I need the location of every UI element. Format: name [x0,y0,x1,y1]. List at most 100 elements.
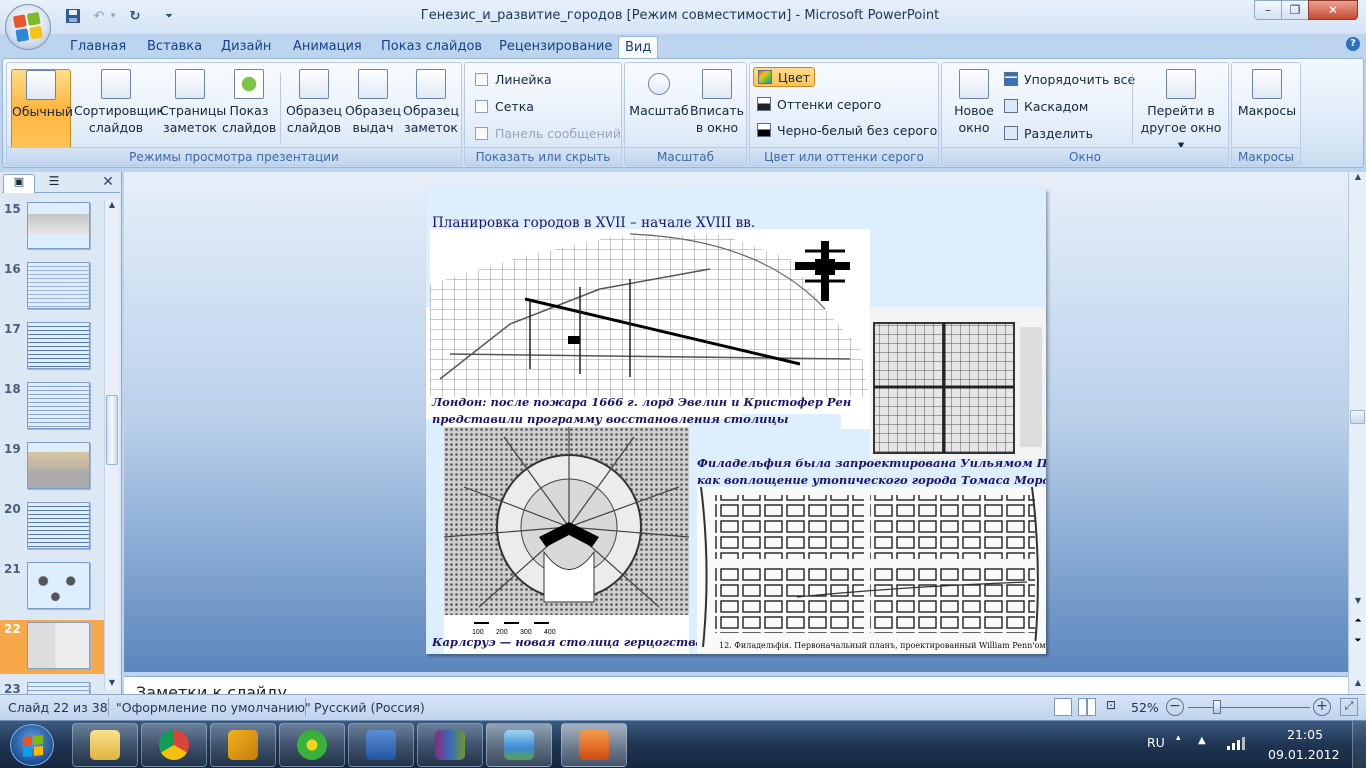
philadelphia-penn-plan-image[interactable] [697,487,1046,654]
zoom-button[interactable]: Масштаб [629,69,689,149]
fit-window-button[interactable]: Вписать в окно [689,69,745,149]
clock-time[interactable]: 21:05 [1287,727,1323,742]
grayscale-button[interactable]: Оттенки серого [753,94,885,114]
scroll-up-icon[interactable]: ▲ [1352,172,1364,184]
philadelphia-caption-line1[interactable]: Филадельфия была запроектирована Уильямо… [697,456,1046,470]
zoom-slider-thumb[interactable] [1213,700,1221,714]
tab-outline[interactable]: ☰ [38,174,70,193]
theme-name[interactable]: "Оформление по умолчанию" [116,700,311,715]
thumbnail-image [27,442,90,489]
slideshow-icon[interactable]: ⊡ [1102,698,1120,716]
slide-thumbnail[interactable]: 20 [0,500,106,556]
fit-to-window-icon[interactable]: ⤢ [1340,698,1358,716]
color-button[interactable]: Цвет [753,67,816,87]
london-caption-line2[interactable]: представили программу восстановления сто… [432,412,788,426]
taskbar-winrar[interactable] [417,723,483,767]
tab-home[interactable]: Главная [64,36,132,58]
tab-view[interactable]: Вид [618,36,658,58]
scroll-down-icon[interactable]: ▼ [1352,596,1364,608]
karlsruhe-plan-image[interactable]: 100 200 300 400 [444,427,689,637]
zoom-in-icon[interactable]: + [1313,698,1331,716]
tab-review[interactable]: Рецензирование [493,36,618,58]
tab-slides[interactable]: ▣ [3,174,35,193]
handout-master-button[interactable]: Образец выдач [344,69,402,149]
view-sorter-button[interactable]: Сортировщик слайдов [74,69,164,149]
input-language[interactable]: RU [1147,735,1165,750]
help-icon[interactable]: ? [1346,37,1360,51]
grid-checkbox[interactable]: Сетка [475,97,534,115]
save-icon[interactable] [62,6,84,26]
tab-design[interactable]: Дизайн [215,36,277,58]
slide-thumbnail[interactable]: 17 [0,320,106,376]
language-arrows-icon[interactable]: ▴ [1176,733,1181,743]
view-normal-button[interactable]: Обычный [11,69,73,149]
close-button[interactable]: ✕ [1308,0,1358,20]
slide-thumbnail[interactable]: 21 [0,560,106,616]
show-desktop-button[interactable] [1352,721,1366,768]
cascade-button[interactable]: Каскадом [1000,96,1092,116]
undo-dropdown-icon[interactable]: ▾ [106,6,120,26]
zoom-slider-track[interactable] [1188,707,1310,708]
start-button[interactable] [10,724,54,766]
view-slideshow-button[interactable]: Показ слайдов [222,69,276,149]
philadelphia-grid-plan-image[interactable] [870,307,1046,459]
redo-icon[interactable]: ↻ [124,6,146,26]
tab-slideshow[interactable]: Показ слайдов [375,36,488,58]
slide-thumbnail[interactable]: 15 [0,200,106,256]
notes-master-button[interactable]: Образец заметок [402,69,460,149]
customize-qat-icon[interactable]: ⏷ [158,6,180,26]
office-button[interactable] [5,4,51,50]
restore-button[interactable]: ❐ [1281,0,1309,20]
slide-thumbnail[interactable]: 23 [0,680,106,694]
close-pane-icon[interactable]: ✕ [100,174,116,192]
split-button[interactable]: Разделить [1000,123,1097,143]
slide-number: 19 [4,442,21,456]
taskbar-powerpoint[interactable] [561,723,627,767]
slide-master-button[interactable]: Образец слайдов [285,69,343,149]
slide-thumbnail[interactable]: 16 [0,260,106,316]
black-white-button[interactable]: Черно-белый без серого [753,120,941,140]
scroll-thumb[interactable] [1350,410,1365,424]
show-hidden-icons-icon[interactable]: ▲ [1198,735,1206,746]
tab-animation[interactable]: Анимация [287,36,368,58]
notes-pane[interactable]: Заметки к слайду [124,676,1348,696]
taskbar-chrome[interactable] [141,723,207,767]
next-slide-icon[interactable]: ⏷ [1352,636,1364,648]
slide-thumbnail[interactable]: 18 [0,380,106,436]
taskbar-photo-viewer[interactable] [486,723,552,767]
view-notes-page-button[interactable]: Страницы заметок [160,69,226,149]
clock-date[interactable]: 09.01.2012 [1268,747,1340,762]
ruler-checkbox[interactable]: Линейка [475,70,552,88]
language-indicator[interactable]: Русский (Россия) [314,700,425,715]
powerpoint-icon [579,730,609,760]
network-icon[interactable] [1226,735,1246,751]
zoom-level[interactable]: 52% [1131,700,1159,715]
macros-button[interactable]: Макросы [1236,69,1298,149]
london-caption-line1[interactable]: Лондон: после пожара 1666 г. лорд Эвелин… [432,395,851,409]
arrange-all-button[interactable]: Упорядочить все [1000,69,1139,89]
vertical-scrollbar[interactable]: ▲ ▼ ⏶ ⏷ ▲ [1348,172,1366,694]
slide-canvas[interactable]: Планировка городов в XVII – начале XVIII… [426,189,1046,654]
london-plan-image[interactable] [430,229,870,397]
scroll-up-icon[interactable]: ▲ [106,200,118,210]
slide-sorter-icon[interactable] [1078,698,1096,716]
taskbar-winamp[interactable] [210,723,276,767]
switch-windows-button[interactable]: Перейти в другое окно ▾ [1136,69,1226,152]
thumbnail-scrollbar[interactable]: ▲ ▼ [104,200,119,690]
taskbar-icq[interactable] [279,723,345,767]
slide-thumbnail-selected[interactable]: 22 [0,620,106,674]
slide-thumbnail[interactable]: 19 [0,440,106,496]
zoom-out-icon[interactable]: − [1166,698,1184,716]
taskbar-word[interactable] [348,723,414,767]
scroll-down-icon[interactable]: ▼ [106,678,118,688]
taskbar-explorer[interactable] [72,723,138,767]
philadelphia-caption-line2[interactable]: как воплощение утопического города Томас… [697,473,1046,487]
tab-insert[interactable]: Вставка [141,36,208,58]
notes-scroll-up-icon[interactable]: ▲ [1352,678,1364,690]
minimize-button[interactable]: – [1254,0,1282,20]
scroll-thumb[interactable] [106,395,118,465]
new-window-button[interactable]: Новое окно [946,69,1002,149]
slide-number: 18 [4,382,21,396]
previous-slide-icon[interactable]: ⏶ [1352,616,1364,628]
normal-view-icon[interactable] [1054,698,1072,716]
